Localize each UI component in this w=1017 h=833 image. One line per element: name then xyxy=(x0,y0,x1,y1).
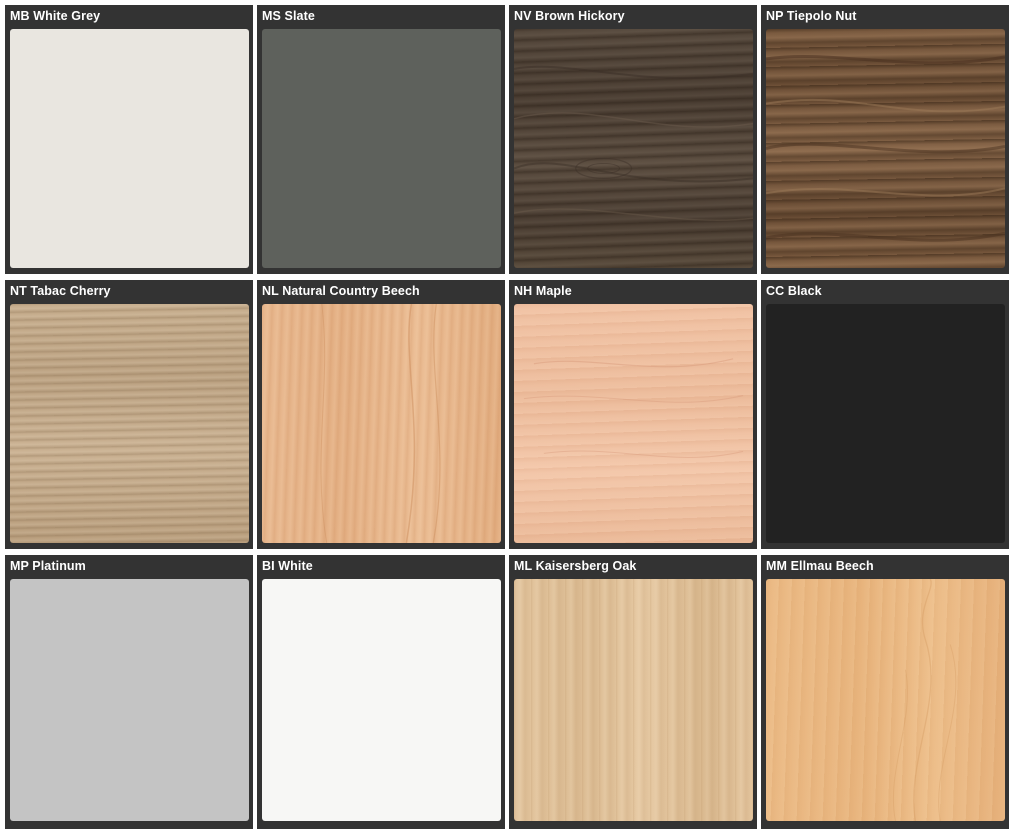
swatch-tile-nv-brown-hickory[interactable]: NV Brown Hickory xyxy=(509,5,757,274)
swatch-label: ML Kaisersberg Oak xyxy=(514,559,637,573)
swatch-sample[interactable] xyxy=(10,579,249,821)
swatch-label: CC Black xyxy=(766,284,822,298)
swatch-label: NL Natural Country Beech xyxy=(262,284,420,298)
wood-grain-texture xyxy=(514,65,753,221)
swatch-tile-cc-black[interactable]: CC Black xyxy=(761,280,1009,549)
swatch-tile-nl-natural-country-beech[interactable]: NL Natural Country Beech xyxy=(257,280,505,549)
swatch-label: NV Brown Hickory xyxy=(514,9,625,23)
swatch-tile-mm-ellmau-beech[interactable]: MM Ellmau Beech xyxy=(761,555,1009,829)
swatch-label: MM Ellmau Beech xyxy=(766,559,874,573)
swatch-sample[interactable] xyxy=(10,29,249,268)
swatch-sample[interactable] xyxy=(262,29,501,268)
swatch-sample[interactable] xyxy=(766,29,1005,268)
swatch-tile-mb-white-grey[interactable]: MB White Grey xyxy=(5,5,253,274)
swatch-tile-mp-platinum[interactable]: MP Platinum xyxy=(5,555,253,829)
swatch-sample[interactable] xyxy=(766,304,1005,543)
wood-grain-texture xyxy=(523,358,744,458)
wood-grain-texture xyxy=(766,54,1005,242)
wood-grain-texture xyxy=(320,304,441,543)
swatch-sample[interactable] xyxy=(262,579,501,821)
swatch-grid: MB White Grey MS Slate NV Brown Hickory … xyxy=(5,5,1011,829)
swatch-sample[interactable] xyxy=(514,579,753,821)
swatch-tile-ms-slate[interactable]: MS Slate xyxy=(257,5,505,274)
wood-grain-texture xyxy=(892,579,957,821)
swatch-label: MP Platinum xyxy=(10,559,86,573)
swatch-sample[interactable] xyxy=(10,304,249,543)
swatch-label: NT Tabac Cherry xyxy=(10,284,111,298)
swatch-label: NP Tiepolo Nut xyxy=(766,9,857,23)
swatch-tile-np-tiepolo-nut[interactable]: NP Tiepolo Nut xyxy=(761,5,1009,274)
swatch-sample[interactable] xyxy=(766,579,1005,821)
swatch-label: NH Maple xyxy=(514,284,572,298)
swatch-tile-nh-maple[interactable]: NH Maple xyxy=(509,280,757,549)
swatch-label: BI White xyxy=(262,559,313,573)
swatch-label: MS Slate xyxy=(262,9,315,23)
swatch-sample[interactable] xyxy=(514,29,753,268)
swatch-label: MB White Grey xyxy=(10,9,101,23)
swatch-tile-nt-tabac-cherry[interactable]: NT Tabac Cherry xyxy=(5,280,253,549)
swatch-tile-ml-kaisersberg-oak[interactable]: ML Kaisersberg Oak xyxy=(509,555,757,829)
swatch-tile-bi-white[interactable]: BI White xyxy=(257,555,505,829)
swatch-sample[interactable] xyxy=(262,304,501,543)
swatch-sample[interactable] xyxy=(514,304,753,543)
